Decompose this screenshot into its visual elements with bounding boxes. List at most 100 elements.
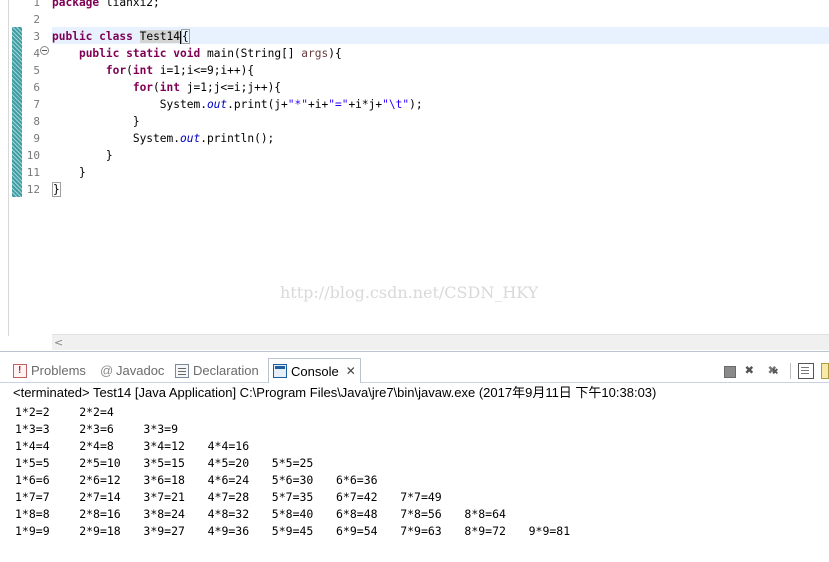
console-output-cell: 1*8=8 (15, 507, 50, 521)
console-output-line: 1*3=3 2*3=6 3*3=9 (15, 421, 825, 438)
code-line-11: } (78, 166, 86, 179)
remove-launch-icon[interactable] (744, 361, 760, 379)
tab-problems[interactable]: Problems (13, 360, 86, 382)
code-editor[interactable]: 1 2 3 4 5 6 7 8 9 10 11 12 package lianxi2; public … (0, 0, 829, 352)
tab-console[interactable]: Console ✕ (268, 358, 361, 383)
console-output-cell: 1*2=2 (15, 405, 50, 419)
console-output-cell: 5*7=35 (271, 490, 314, 504)
tab-javadoc[interactable]: @ Javadoc (100, 360, 164, 382)
console-output-line: 1*7=7 2*7=14 3*7=21 4*7=28 5*7=35 6*7=42 7*7=4… (15, 489, 825, 506)
line-number: 1 (33, 0, 40, 9)
tab-declaration-label: Declaration (193, 363, 259, 378)
console-output-cell: 2*9=18 (79, 524, 121, 538)
code-line-5: for(int i=1;i<=9;i++){ (105, 64, 255, 77)
console-output-cell: 2*6=12 (79, 473, 121, 487)
line-number: 8 (33, 115, 40, 128)
console-output-cell: 5*5=25 (271, 456, 314, 470)
line-number: 5 (33, 64, 40, 77)
gutter-border (8, 0, 9, 336)
tab-declaration[interactable]: Declaration (175, 360, 259, 382)
quick-diff-ruler (12, 27, 22, 197)
line-number: 9 (33, 132, 40, 145)
console-output-cell: 7*7=49 (400, 490, 442, 504)
console-output-cell: 1*4=4 (15, 439, 50, 453)
console-output-cell: 7*9=63 (400, 524, 442, 538)
console-output-cell: 7*8=56 (400, 507, 442, 521)
console-output-cell: 2*3=6 (79, 422, 114, 436)
console-output-cell: 2*4=8 (79, 439, 114, 453)
console-output-line: 1*8=8 2*8=16 3*8=24 4*8=32 5*8=40 6*8=48 7*8=5… (15, 506, 825, 523)
console-output-cell: 3*6=18 (143, 473, 185, 487)
console-output-cell: 2*7=14 (79, 490, 121, 504)
console-output-cell: 3*9=27 (143, 524, 185, 538)
line-number: 10 (26, 149, 40, 162)
code-line-1: package lianxi2; (52, 0, 160, 9)
code-line-10: } (105, 149, 113, 162)
code-line-9: System.out.println(); (132, 132, 275, 145)
console-output-line: 1*5=5 2*5=10 3*5=15 4*5=20 5*5=25 (15, 455, 825, 472)
remove-all-terminated-icon[interactable] (767, 361, 783, 379)
code-line-4: public static void main(String[] args){ (78, 47, 342, 60)
scroll-lock-icon[interactable] (821, 363, 829, 379)
class-name-highlight: Test14 (139, 30, 181, 43)
console-output-cell: 2*2=4 (79, 405, 114, 419)
console-output[interactable]: 1*2=2 2*2=4 1*3=3 2*3=6 3*3=9 1*4=4 2*4=8 3*4=1… (15, 404, 825, 540)
console-output-cell: 6*6=36 (336, 473, 378, 487)
console-output-cell: 3*3=9 (143, 422, 179, 436)
console-output-cell: 2*5=10 (79, 456, 121, 470)
line-number: 12 (26, 183, 40, 196)
console-output-cell: 5*9=45 (271, 524, 314, 538)
console-output-line: 1*4=4 2*4=8 3*4=12 4*4=16 (15, 438, 825, 455)
console-output-cell: 4*7=28 (207, 490, 250, 504)
scroll-left-arrow-icon[interactable]: < (54, 335, 63, 350)
console-output-cell: 3*4=12 (143, 439, 185, 453)
code-line-6: for(int j=1;j<=i;j++){ (132, 81, 282, 94)
declaration-icon (175, 364, 189, 378)
console-output-cell: 4*5=20 (207, 456, 250, 470)
tab-problems-label: Problems (31, 363, 86, 378)
console-output-cell: 6*7=42 (336, 490, 378, 504)
console-output-cell: 4*4=16 (207, 439, 250, 453)
console-toolbar (714, 360, 829, 382)
toolbar-separator (790, 363, 791, 379)
console-output-cell: 6*9=54 (336, 524, 378, 538)
console-output-cell: 1*6=6 (15, 473, 50, 487)
console-output-cell: 3*8=24 (143, 507, 185, 521)
line-number: 2 (33, 13, 40, 26)
console-output-cell: 3*7=21 (143, 490, 185, 504)
javadoc-icon: @ (100, 363, 114, 378)
line-number: 6 (33, 81, 40, 94)
tab-console-label: Console (291, 363, 339, 379)
console-output-cell: 1*3=3 (15, 422, 50, 436)
console-output-cell: 6*8=48 (336, 507, 378, 521)
code-line-7: System.out.print(j+"*"+i+"="+i*j+"\t"); (159, 98, 423, 111)
line-number: 7 (33, 98, 40, 111)
tab-javadoc-label: Javadoc (116, 363, 165, 378)
console-output-cell: 1*7=7 (15, 490, 50, 504)
console-output-cell: 2*8=16 (79, 507, 121, 521)
console-output-cell: 3*5=15 (143, 456, 185, 470)
console-output-line: 1*6=6 2*6=12 3*6=18 4*6=24 5*6=30 6*6=36 (15, 472, 825, 489)
console-output-cell: 9*9=81 (528, 524, 571, 538)
line-number: 4 (33, 47, 40, 60)
view-tab-bar: Problems @ Javadoc Declaration Console ✕ (0, 358, 829, 383)
console-icon (273, 364, 287, 378)
console-output-cell: 4*9=36 (207, 524, 250, 538)
console-output-cell: 1*9=9 (15, 524, 50, 538)
terminate-icon[interactable] (721, 363, 737, 379)
console-output-line: 1*9=9 2*9=18 3*9=27 4*9=36 5*9=45 6*9=54 7*9=6… (15, 523, 825, 540)
fold-collapse-icon[interactable] (40, 46, 49, 55)
code-line-12: } (52, 182, 61, 197)
horizontal-scrollbar[interactable]: < (52, 334, 829, 350)
watermark-text: http://blog.csdn.net/CSDN_HKY (280, 283, 539, 302)
code-line-8: } (132, 115, 140, 128)
problems-icon (13, 360, 27, 382)
console-output-line: 1*2=2 2*2=4 (15, 404, 825, 421)
console-output-cell: 5*6=30 (271, 473, 314, 487)
close-icon[interactable]: ✕ (346, 359, 356, 384)
console-output-cell: 8*9=72 (464, 524, 506, 538)
line-number: 3 (33, 30, 40, 43)
console-status-line: <terminated> Test14 [Java Application] C… (13, 385, 657, 400)
code-line-3: public class Test14{ (52, 29, 190, 44)
clear-console-icon[interactable] (798, 363, 814, 379)
